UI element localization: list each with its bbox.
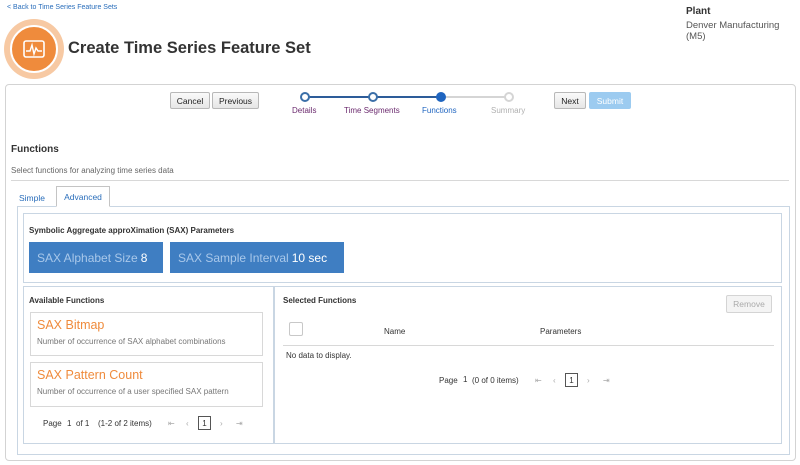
plant-label: Plant (686, 6, 711, 17)
next-button[interactable]: Next (554, 92, 586, 109)
available-pager-page-label: Page (43, 419, 62, 428)
selected-functions-title: Selected Functions (283, 296, 357, 305)
first-page-icon[interactable]: ⇤ (535, 376, 542, 385)
last-page-icon[interactable]: ⇥ (236, 419, 243, 428)
step-time-segments-dot[interactable] (368, 92, 378, 102)
selected-current-page[interactable]: 1 (565, 373, 578, 387)
available-pager-page-value[interactable]: 1 (67, 419, 71, 428)
back-link[interactable]: < Back to Time Series Feature Sets (7, 4, 117, 11)
sax-alphabet-size-label: SAX Alphabet Size (37, 250, 138, 265)
selected-pager-page-label: Page (439, 376, 458, 385)
function-card-sax-pattern-count[interactable]: SAX Pattern Count Number of occurrence o… (30, 362, 263, 407)
sax-parameters-title: Symbolic Aggregate approXimation (SAX) P… (29, 226, 235, 235)
function-description: Number of occurrence of SAX alphabet com… (37, 337, 226, 346)
section-divider (11, 180, 789, 181)
step-summary-dot (504, 92, 514, 102)
first-page-icon[interactable]: ⇤ (168, 419, 175, 428)
section-description: Select functions for analyzing time seri… (11, 166, 174, 175)
prev-page-icon[interactable]: ‹ (553, 376, 556, 385)
function-description: Number of occurrence of a user specified… (37, 387, 229, 396)
page-title: Create Time Series Feature Set (68, 39, 311, 57)
selected-pager-items: (0 of 0 items) (472, 376, 519, 385)
sax-sample-interval-button[interactable]: SAX Sample Interval 10 sec (170, 242, 344, 273)
remove-button[interactable]: Remove (726, 295, 772, 313)
select-all-checkbox[interactable] (289, 322, 303, 336)
table-header-divider (283, 345, 774, 346)
time-series-icon (10, 25, 58, 73)
sax-alphabet-size-value: 8 (140, 250, 148, 265)
cancel-button[interactable]: Cancel (170, 92, 210, 109)
available-pager-items: (1-2 of 2 items) (98, 419, 152, 428)
function-card-sax-bitmap[interactable]: SAX Bitmap Number of occurrence of SAX a… (30, 312, 263, 356)
function-name: SAX Pattern Count (37, 368, 143, 382)
step-details-label[interactable]: Details (292, 106, 316, 115)
sax-sample-interval-label: SAX Sample Interval (178, 250, 289, 265)
sax-sample-interval-value: 10 sec (291, 250, 328, 265)
wizard-remaining-line (441, 96, 509, 98)
available-functions-title: Available Functions (29, 296, 105, 305)
available-current-page[interactable]: 1 (198, 416, 211, 430)
step-details-dot[interactable] (300, 92, 310, 102)
next-page-icon[interactable]: › (587, 376, 590, 385)
tab-simple[interactable]: Simple (12, 189, 52, 206)
column-header-name[interactable]: Name (384, 327, 405, 336)
available-pager-of-label: of 1 (76, 419, 90, 428)
last-page-icon[interactable]: ⇥ (603, 376, 610, 385)
function-name: SAX Bitmap (37, 318, 105, 332)
plant-value: Denver Manufacturing (M5) (686, 20, 780, 42)
step-time-segments-label[interactable]: Time Segments (344, 106, 400, 115)
selected-pager-page-value[interactable]: 1 (463, 375, 467, 384)
previous-button[interactable]: Previous (212, 92, 259, 109)
step-functions-dot[interactable] (436, 92, 446, 102)
step-functions-label[interactable]: Functions (422, 106, 457, 115)
step-summary-label: Summary (491, 106, 526, 115)
column-header-parameters[interactable]: Parameters (540, 327, 581, 336)
section-title: Functions (11, 144, 59, 155)
tab-advanced[interactable]: Advanced (56, 186, 110, 207)
prev-page-icon[interactable]: ‹ (186, 419, 189, 428)
sax-alphabet-size-button[interactable]: SAX Alphabet Size 8 (29, 242, 163, 273)
next-page-icon[interactable]: › (220, 419, 223, 428)
submit-button[interactable]: Submit (589, 92, 631, 109)
empty-table-message: No data to display. (286, 351, 352, 360)
selected-functions-panel (274, 286, 782, 444)
